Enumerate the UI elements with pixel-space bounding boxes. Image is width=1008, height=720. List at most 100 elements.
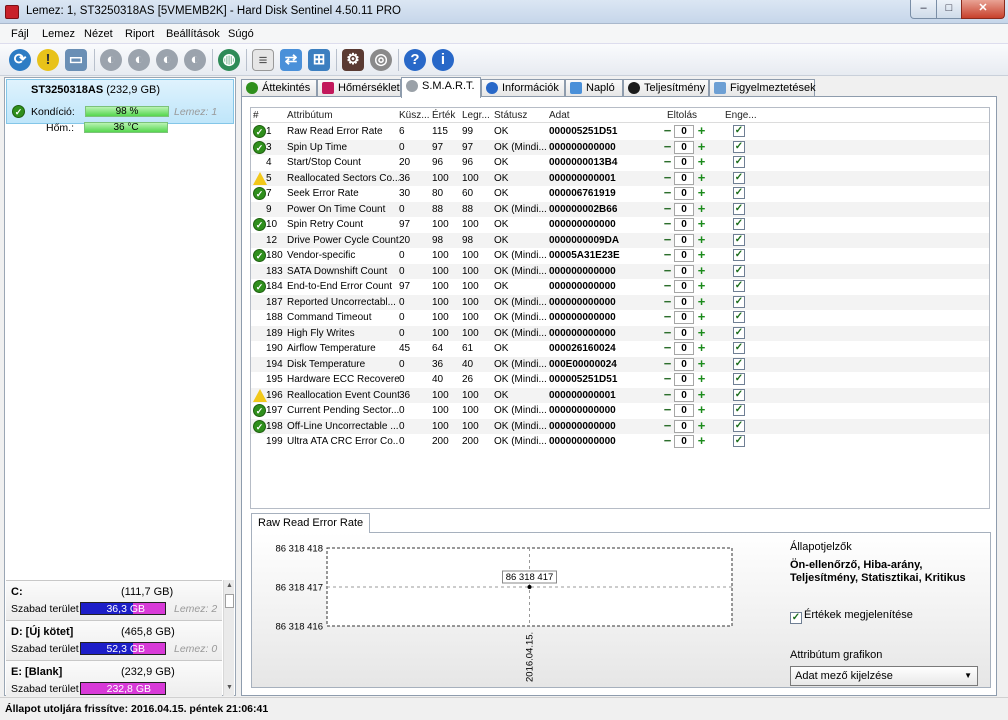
- plus-icon[interactable]: +: [695, 326, 708, 340]
- refresh-icon[interactable]: ⟳: [9, 49, 31, 71]
- offset-stepper[interactable]: −0 +: [661, 279, 709, 293]
- plus-icon[interactable]: +: [695, 217, 708, 231]
- minus-icon[interactable]: −: [661, 217, 674, 231]
- offset-value[interactable]: 0: [674, 357, 694, 371]
- plus-icon[interactable]: +: [695, 171, 708, 185]
- plus-icon[interactable]: +: [695, 295, 708, 309]
- enable-checkbox[interactable]: ✓: [733, 125, 745, 137]
- offset-value[interactable]: 0: [674, 435, 694, 448]
- offset-value[interactable]: 0: [674, 373, 694, 386]
- partition-item[interactable]: E: [Blank] (232,9 GB) Szabad terület 232…: [6, 660, 222, 696]
- minus-icon[interactable]: −: [661, 341, 674, 355]
- col-header-enable[interactable]: Enge...: [725, 110, 757, 121]
- enable-checkbox[interactable]: ✓: [733, 326, 745, 339]
- offset-stepper[interactable]: −0 +: [661, 233, 709, 247]
- drive-icon[interactable]: ▭: [65, 49, 87, 71]
- col-header-status[interactable]: Státusz: [494, 110, 527, 121]
- scroll-down-icon[interactable]: ▼: [226, 684, 233, 691]
- close-button[interactable]: ✕: [961, 0, 1005, 19]
- enable-checkbox[interactable]: ✓: [733, 373, 745, 385]
- disk-icon[interactable]: ◐: [156, 49, 178, 71]
- disk-icon[interactable]: ◐: [184, 49, 206, 71]
- enable-checkbox[interactable]: ✓: [733, 218, 745, 230]
- show-values-option[interactable]: ✓ Értékek megjelenítése: [790, 609, 913, 624]
- col-header-attribute[interactable]: Attribútum: [287, 110, 333, 121]
- table-row[interactable]: 190 Airflow Temperature 45 64 61 OK 0000261600…: [251, 341, 989, 357]
- offset-stepper[interactable]: −0 +: [661, 171, 709, 185]
- enable-checkbox[interactable]: ✓: [733, 388, 745, 401]
- table-row[interactable]: ✓ 198 Off-Line Uncorrectable ... 0 100 100 OK …: [251, 418, 989, 434]
- offset-stepper[interactable]: −0 +: [661, 155, 709, 169]
- offset-value[interactable]: 0: [674, 419, 694, 433]
- minus-icon[interactable]: −: [661, 419, 674, 433]
- offset-stepper[interactable]: −0 +: [661, 341, 709, 355]
- maximize-button[interactable]: □: [936, 0, 962, 19]
- minus-icon[interactable]: −: [661, 202, 674, 216]
- minus-icon[interactable]: −: [661, 388, 674, 402]
- enable-checkbox[interactable]: ✓: [733, 202, 745, 215]
- enable-checkbox[interactable]: ✓: [733, 280, 745, 292]
- minus-icon[interactable]: −: [661, 434, 674, 448]
- settings-icon[interactable]: ⚙: [342, 49, 364, 71]
- table-row[interactable]: ✓ 180 Vendor-specific 0 100 100 OK (Mindi... 00…: [251, 248, 989, 264]
- enable-checkbox[interactable]: ✓: [733, 419, 745, 432]
- minus-icon[interactable]: −: [661, 140, 674, 154]
- minus-icon[interactable]: −: [661, 372, 674, 386]
- offset-value[interactable]: 0: [674, 140, 694, 154]
- enable-checkbox[interactable]: ✓: [733, 156, 745, 168]
- plus-icon[interactable]: +: [695, 419, 708, 433]
- table-row[interactable]: 188 Command Timeout 0 100 100 OK (Mindi... 000…: [251, 310, 989, 326]
- report-icon[interactable]: ≡: [252, 49, 274, 71]
- offset-stepper[interactable]: −0 +: [661, 326, 709, 340]
- network-icon[interactable]: ⊞: [308, 49, 330, 71]
- table-row[interactable]: 183 SATA Downshift Count 0 100 100 OK (Mindi.…: [251, 263, 989, 279]
- minus-icon[interactable]: −: [661, 233, 674, 247]
- offset-stepper[interactable]: −0 +: [661, 310, 709, 324]
- offset-value[interactable]: 0: [674, 171, 694, 185]
- minus-icon[interactable]: −: [661, 124, 674, 138]
- tab-overview[interactable]: Áttekintés: [241, 79, 317, 97]
- plus-icon[interactable]: +: [695, 341, 708, 355]
- enable-checkbox[interactable]: ✓: [733, 342, 745, 354]
- plus-icon[interactable]: +: [695, 140, 708, 154]
- offset-stepper[interactable]: −0 +: [661, 372, 709, 386]
- menu-settings[interactable]: Beállítások: [166, 28, 220, 40]
- offset-stepper[interactable]: −0 +: [661, 202, 709, 216]
- partition-item[interactable]: D: [Új kötet] (465,8 GB) Szabad terület …: [6, 620, 222, 660]
- minus-icon[interactable]: −: [661, 171, 674, 185]
- offset-value[interactable]: 0: [674, 295, 694, 309]
- offset-value[interactable]: 0: [674, 249, 694, 262]
- col-header-worst[interactable]: Legr...: [462, 110, 490, 121]
- enable-checkbox[interactable]: ✓: [733, 171, 745, 184]
- tab-information[interactable]: Információk: [481, 79, 565, 97]
- offset-value[interactable]: 0: [674, 326, 694, 340]
- offset-value[interactable]: 0: [674, 264, 694, 278]
- minimize-button[interactable]: –: [910, 0, 937, 19]
- plus-icon[interactable]: +: [695, 310, 708, 324]
- offset-value[interactable]: 0: [674, 280, 694, 293]
- enable-checkbox[interactable]: ✓: [733, 311, 745, 323]
- menu-help[interactable]: Súgó: [228, 28, 254, 40]
- minus-icon[interactable]: −: [661, 155, 674, 169]
- scrollbar-thumb[interactable]: [225, 594, 234, 608]
- offset-stepper[interactable]: −0 +: [661, 248, 709, 262]
- tab-temperature[interactable]: Hőmérséklet: [317, 79, 401, 97]
- minus-icon[interactable]: −: [661, 295, 674, 309]
- tab-performance[interactable]: Teljesítmény: [623, 79, 709, 97]
- attribute-graph-select[interactable]: Adat mező kijelzése ▼: [790, 666, 978, 686]
- enable-checkbox[interactable]: ✓: [733, 140, 745, 153]
- table-row[interactable]: 189 High Fly Writes 0 100 100 OK (Mindi... 000…: [251, 325, 989, 341]
- disk-entry[interactable]: ST3250318AS (232,9 GB) ✓ Kondíció: 98 % …: [6, 79, 234, 124]
- offset-stepper[interactable]: −0 +: [661, 419, 709, 433]
- table-row[interactable]: 195 Hardware ECC Recovered 0 40 26 OK (Mindi.…: [251, 372, 989, 388]
- offset-stepper[interactable]: −0 +: [661, 140, 709, 154]
- plus-icon[interactable]: +: [695, 388, 708, 402]
- col-header-value[interactable]: Érték: [432, 110, 455, 121]
- col-header-data[interactable]: Adat: [549, 110, 570, 121]
- scroll-up-icon[interactable]: ▲: [226, 582, 233, 589]
- enable-checkbox[interactable]: ✓: [733, 404, 745, 416]
- minus-icon[interactable]: −: [661, 310, 674, 324]
- partition-scrollbar[interactable]: ▲ ▼: [223, 580, 234, 696]
- table-row[interactable]: 5 Reallocated Sectors Co... 36 100 100 OK 0000…: [251, 170, 989, 186]
- offset-stepper[interactable]: −0 +: [661, 434, 709, 448]
